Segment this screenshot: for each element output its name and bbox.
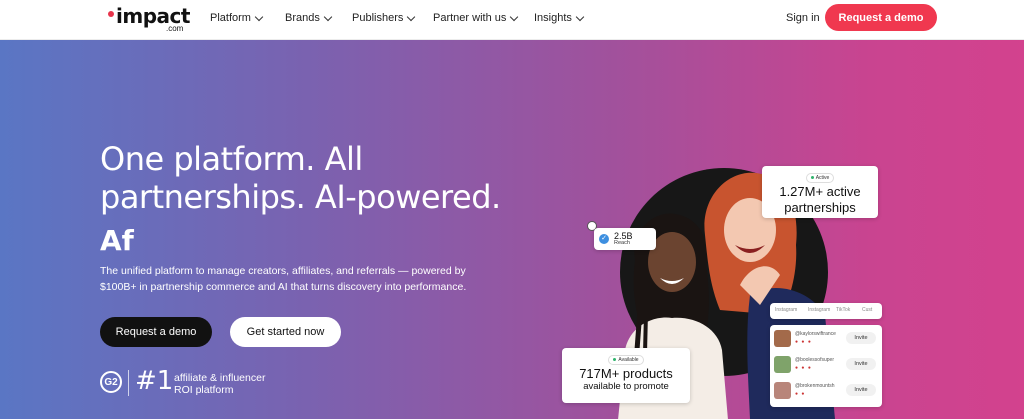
social-filter-bar: Instagram Instagram TikTok Cust	[770, 303, 882, 319]
hero-description: The unified platform to manage creators,…	[100, 265, 467, 293]
request-demo-button[interactable]: Request a demo	[825, 4, 937, 31]
hero-section: One platform. All partnerships. AI-power…	[0, 40, 1024, 419]
nav-platform[interactable]: Platform	[210, 12, 264, 24]
g2-logo: G2	[100, 371, 122, 393]
avatar	[774, 330, 791, 347]
active-badge-label: Active	[815, 174, 830, 181]
creator-handle: @brokenmountsh	[795, 383, 835, 389]
verified-check-icon: ✓	[599, 234, 609, 244]
hero-request-demo-button[interactable]: Request a demo	[100, 317, 212, 347]
available-badge: Available	[608, 354, 644, 365]
nav-brands-label: Brands	[285, 12, 320, 24]
social-icons: ● ● ●	[795, 339, 812, 345]
rank-divider	[128, 370, 129, 396]
hero-typing-text: Af	[100, 224, 134, 257]
filter-tab[interactable]: TikTok	[836, 307, 850, 313]
active-badge: Active	[805, 172, 835, 183]
products-value: 717M+ products	[579, 366, 673, 381]
creator-handle: @kaylorswiftrance	[795, 331, 836, 337]
social-icons: ● ●	[795, 391, 806, 397]
logo-suffix: .com	[166, 24, 184, 33]
nav-brands[interactable]: Brands	[285, 12, 333, 24]
chevron-down-icon	[323, 12, 333, 21]
filter-tab[interactable]: Instagram	[775, 307, 797, 313]
avatar	[774, 382, 791, 399]
status-dot-icon	[810, 176, 814, 179]
creator-row: @brokenmountsh ● ● Invite	[774, 380, 878, 402]
invite-button[interactable]: Invite	[846, 332, 876, 344]
invite-button[interactable]: Invite	[846, 384, 876, 396]
nav-partner-with-us[interactable]: Partner with us	[433, 12, 519, 24]
top-nav: impact .com Platform Brands Publishers P…	[0, 0, 1024, 40]
rank-text-line-1: affiliate & influencer	[174, 372, 266, 384]
rank-text-line-2: ROI platform	[174, 384, 234, 396]
get-started-button[interactable]: Get started now	[230, 317, 341, 347]
creator-row: @kaylorswiftrance ● ● ● Invite	[774, 328, 878, 350]
nav-publishers[interactable]: Publishers	[352, 12, 416, 24]
nav-publishers-label: Publishers	[352, 12, 404, 24]
available-badge-label: Available	[618, 356, 639, 363]
sign-in-link[interactable]: Sign in	[786, 12, 820, 24]
products-card: Available 717M+ products available to pr…	[562, 348, 690, 403]
filter-tab[interactable]: Instagram	[808, 307, 830, 313]
nav-insights[interactable]: Insights	[534, 12, 585, 24]
status-dot-icon	[613, 358, 617, 361]
creator-row: @boolessofsuper ● ● ● Invite	[774, 354, 878, 376]
creators-list-card: @kaylorswiftrance ● ● ● Invite @boolesso…	[770, 325, 882, 407]
chevron-down-icon	[575, 12, 585, 21]
filter-tab[interactable]: Cust	[862, 307, 872, 313]
invite-button[interactable]: Invite	[846, 358, 876, 370]
reach-label: Reach	[614, 240, 630, 246]
avatar	[774, 356, 791, 373]
hero-headline: One platform. All partnerships. AI-power…	[100, 140, 501, 216]
partnerships-value: 1.27M+ active	[779, 184, 861, 199]
products-label: available to promote	[583, 381, 669, 392]
creator-handle: @boolessofsuper	[795, 357, 834, 363]
nav-insights-label: Insights	[534, 12, 572, 24]
chevron-down-icon	[407, 12, 416, 21]
partnerships-label: partnerships	[784, 200, 856, 215]
reach-card: ✓ 2.5B Reach	[594, 228, 656, 250]
rank-text: affiliate & influencer ROI platform	[174, 372, 265, 396]
chevron-down-icon	[510, 12, 519, 21]
nav-partner-label: Partner with us	[433, 12, 507, 24]
nav-platform-label: Platform	[210, 12, 251, 24]
social-icons: ● ● ●	[795, 365, 812, 371]
partnerships-card: Active 1.27M+ active partnerships	[762, 166, 878, 218]
impact-logo[interactable]: impact .com	[108, 4, 198, 34]
rank-number: #1	[135, 366, 174, 396]
chevron-down-icon	[254, 12, 264, 21]
logo-dot-icon	[108, 11, 114, 17]
